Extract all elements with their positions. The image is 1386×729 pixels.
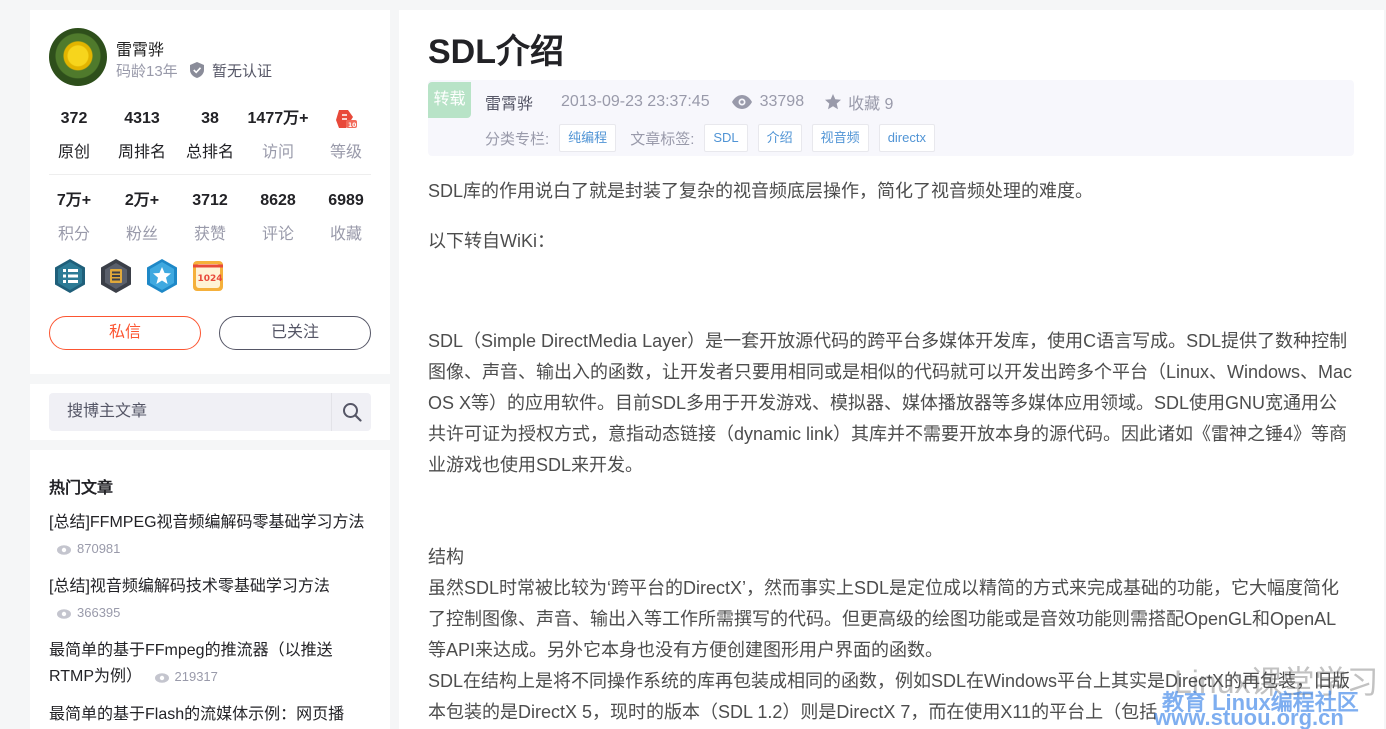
stat-label: 收藏: [329, 226, 362, 243]
stat-label: 原创: [57, 144, 90, 161]
cert-status: 暂无认证: [212, 63, 273, 80]
code-age: 码龄13年: [116, 63, 178, 80]
tag-sdl[interactable]: SDL: [704, 124, 748, 152]
hot-article-item[interactable]: [总结]视音频编解码技术零基础学习方法 366395: [49, 574, 369, 626]
stat-value: 7万+: [56, 192, 92, 209]
blog-search-card: [30, 384, 390, 440]
tags-line: 分类专栏: 纯编程 文章标签: SDL 介绍 视音频 directx: [485, 124, 935, 152]
stats-row-secondary: 7万+ 积分 2万+ 粉丝 3712 获赞 8628 评论 6989 收藏: [40, 190, 380, 244]
search-input[interactable]: [67, 393, 327, 431]
stat-label: 总排名: [185, 144, 234, 161]
search-box: [49, 393, 371, 431]
tag-intro[interactable]: 介绍: [757, 124, 802, 152]
hot-article-title[interactable]: [总结]FFMPEG视音频编解码零基础学习方法: [49, 514, 365, 531]
article-info-box: 转载 雷霄骅 2013-09-23 23:37:45 33798 收藏 9 分类…: [428, 80, 1354, 156]
shield-icon: [189, 62, 204, 78]
stats-row-primary: 372 原创 4313 周排名 38 总排名 1477万+ 访问 10 等级: [40, 108, 380, 162]
hot-articles-card: 热门文章 [总结]FFMPEG视音频编解码零基础学习方法 870981 [总结]…: [30, 450, 390, 729]
level-icon: 10: [312, 108, 380, 130]
hot-article-title[interactable]: [总结]视音频编解码技术零基础学习方法: [49, 578, 330, 595]
stat-label: 周排名: [117, 144, 166, 161]
article-container: SDL介绍 转载 雷霄骅 2013-09-23 23:37:45 33798 收…: [399, 10, 1384, 729]
paragraph-intro: SDL库的作用说白了就是封装了复杂的视音频底层操作，简化了视音频处理的难度。: [428, 181, 1094, 201]
repost-badge: 转载: [428, 82, 471, 118]
hot-article-views: 366395: [57, 605, 120, 620]
tag-av[interactable]: 视音频: [811, 124, 869, 152]
eye-icon: [154, 673, 169, 683]
section-heading: 结构: [428, 547, 464, 567]
paragraph-definition: SDL（Simple DirectMedia Layer）是一套开放源代码的跨平…: [428, 331, 1353, 475]
stat-favorites[interactable]: 6989 收藏: [312, 190, 380, 244]
stat-value: 1477万+: [247, 110, 309, 127]
paragraph-wrapping: SDL在结构上是将不同操作系统的库再包装成相同的函数，例如SDL在Windows…: [428, 671, 1351, 722]
search-button[interactable]: [331, 393, 371, 431]
stat-value: 3712: [192, 192, 228, 209]
tag-directx[interactable]: directx: [878, 124, 935, 152]
favorite-count[interactable]: 收藏 9: [848, 90, 893, 114]
stat-value: 38: [201, 110, 219, 127]
stats-divider: [49, 174, 371, 175]
hot-article-item[interactable]: 最简单的基于FFmpeg的推流器（以推送RTMP为例） 219317: [49, 638, 369, 690]
category-tag[interactable]: 纯编程: [559, 124, 617, 152]
stat-value: 372: [60, 110, 88, 127]
stat-points[interactable]: 7万+ 积分: [40, 190, 108, 244]
eye-icon: [57, 609, 71, 619]
stat-label: 访问: [261, 144, 294, 161]
view-count: 33798: [759, 93, 805, 110]
article-date: 2013-09-23 23:37:45: [561, 93, 710, 110]
views-count: 870981: [77, 541, 121, 556]
star-badge-icon[interactable]: [144, 258, 180, 294]
paragraph-source: 以下转自WiKi：: [428, 231, 555, 251]
article-author[interactable]: 雷霄骅: [485, 90, 533, 114]
stat-visits[interactable]: 1477万+ 访问: [244, 108, 312, 162]
svg-text:1024: 1024: [198, 274, 223, 284]
category-label: 分类专栏:: [485, 130, 550, 148]
article-title: SDL介绍: [428, 33, 564, 71]
stat-week-rank[interactable]: 4313 周排名: [108, 108, 176, 162]
author-profile-card: 雷霄骅 码龄13年 暂无认证 372 原创 4313 周排名 38 总排名 14…: [30, 10, 390, 374]
hot-article-views: 219317: [154, 669, 218, 684]
stat-label: 等级: [329, 144, 362, 161]
stat-original[interactable]: 372 原创: [40, 108, 108, 162]
stat-level[interactable]: 10 等级: [312, 108, 380, 162]
stat-total-rank[interactable]: 38 总排名: [176, 108, 244, 162]
stat-label: 积分: [57, 226, 90, 243]
tags-label: 文章标签:: [630, 130, 695, 148]
hexagon-badge-icon[interactable]: [98, 258, 134, 294]
paragraph-structure: 虽然SDL时常被比较为‘跨平台的DirectX’，然而事实上SDL是定位成以精简…: [428, 578, 1340, 660]
stat-value: 8628: [260, 192, 296, 209]
avatar[interactable]: [49, 28, 107, 86]
search-icon: [342, 403, 362, 422]
article-meta: 雷霄骅 2013-09-23 23:37:45 33798 收藏 9: [485, 90, 893, 114]
stat-likes[interactable]: 3712 获赞: [176, 190, 244, 244]
stat-value: 6989: [328, 192, 364, 209]
stat-fans[interactable]: 2万+ 粉丝: [108, 190, 176, 244]
views-count: 366395: [77, 605, 121, 620]
stat-comments[interactable]: 8628 评论: [244, 190, 312, 244]
follow-button[interactable]: 已关注: [219, 316, 371, 350]
star-icon[interactable]: [824, 93, 842, 111]
stat-value: 4313: [124, 110, 160, 127]
stat-label: 评论: [261, 226, 294, 243]
message-button[interactable]: 私信: [49, 316, 201, 350]
stat-value: 2万+: [124, 192, 160, 209]
author-meta: 码龄13年 暂无认证: [116, 60, 272, 81]
svg-text:10: 10: [348, 122, 356, 129]
author-name[interactable]: 雷霄骅: [116, 36, 164, 60]
hot-article-item[interactable]: [总结]FFMPEG视音频编解码零基础学习方法 870981: [49, 510, 369, 562]
hot-article-title[interactable]: 最简单的基于Flash的流媒体示例：网页播: [49, 706, 344, 723]
hot-articles-list: [总结]FFMPEG视音频编解码零基础学习方法 870981 [总结]视音频编解…: [49, 510, 369, 729]
views-count: 219317: [174, 669, 218, 684]
hot-articles-title: 热门文章: [49, 480, 114, 497]
badge-row: 1024: [52, 258, 226, 294]
eye-icon: [731, 95, 752, 109]
stat-label: 获赞: [193, 226, 226, 243]
badge-1024-icon[interactable]: 1024: [190, 258, 226, 294]
eye-icon: [57, 545, 71, 555]
stat-label: 粉丝: [125, 226, 158, 243]
hot-article-item[interactable]: 最简单的基于Flash的流媒体示例：网页播: [49, 702, 369, 728]
hot-article-views: 870981: [57, 541, 120, 556]
section-structure: 结构 虽然SDL时常被比较为‘跨平台的DirectX’，然而事实上SDL是定位成…: [428, 542, 1354, 728]
list-badge-icon[interactable]: [52, 258, 88, 294]
